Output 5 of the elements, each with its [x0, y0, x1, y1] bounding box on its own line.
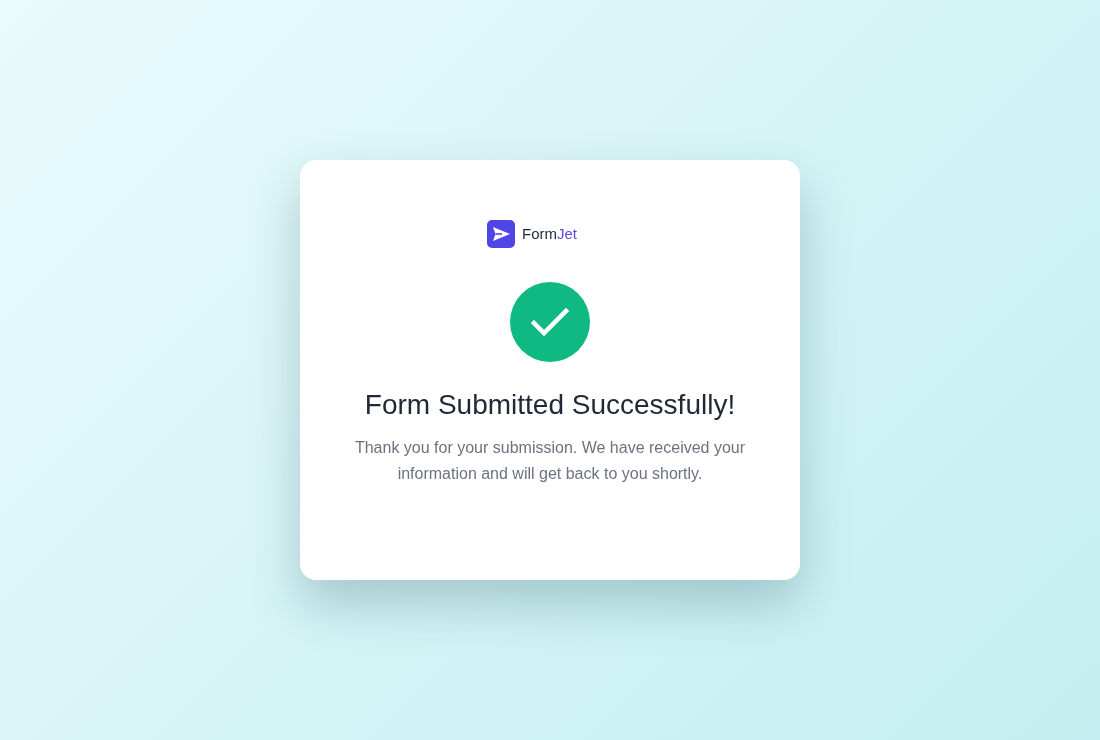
success-message: Thank you for your submission. We have received your information and will get back to you shortly.: [353, 438, 747, 484]
paper-plane-logo-icon: [487, 220, 515, 248]
success-check-icon: [510, 282, 590, 362]
brand-name: FormJet: [522, 225, 577, 243]
success-title: Form Submitted Successfully!: [364, 388, 736, 422]
